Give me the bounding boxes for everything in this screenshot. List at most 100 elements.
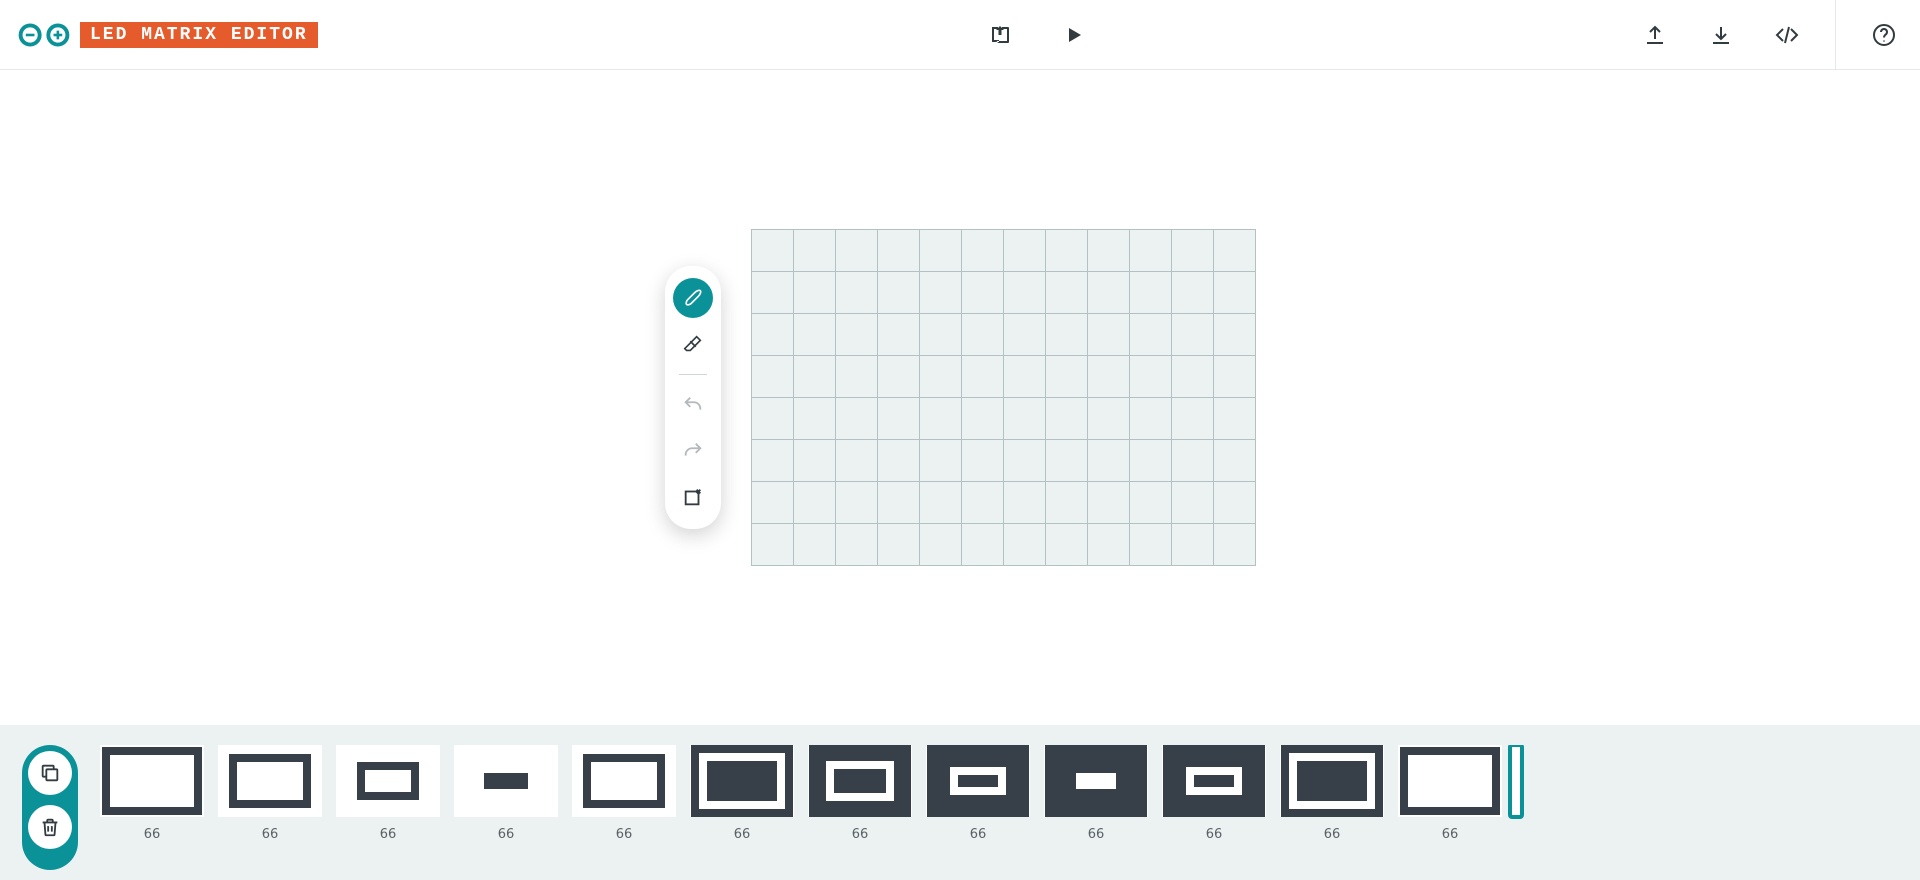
frame-duration-label[interactable]: 66 (498, 827, 515, 842)
frame-duration-label[interactable]: 66 (616, 827, 633, 842)
led-cell[interactable] (920, 272, 962, 314)
led-cell[interactable] (1088, 440, 1130, 482)
led-cell[interactable] (1046, 440, 1088, 482)
led-cell[interactable] (1046, 398, 1088, 440)
led-cell[interactable] (1088, 482, 1130, 524)
led-matrix-grid[interactable] (751, 229, 1256, 566)
frame-item[interactable]: 66 (572, 745, 676, 862)
led-cell[interactable] (1004, 524, 1046, 566)
led-cell[interactable] (962, 230, 1004, 272)
frame-duration-label[interactable]: 66 (970, 827, 987, 842)
led-cell[interactable] (920, 398, 962, 440)
led-cell[interactable] (1088, 398, 1130, 440)
led-cell[interactable] (794, 482, 836, 524)
brush-tool-button[interactable] (673, 278, 713, 318)
led-cell[interactable] (1214, 440, 1256, 482)
led-cell[interactable] (962, 398, 1004, 440)
led-cell[interactable] (1088, 230, 1130, 272)
led-cell[interactable] (794, 230, 836, 272)
led-cell[interactable] (1088, 524, 1130, 566)
led-cell[interactable] (752, 230, 794, 272)
led-cell[interactable] (1214, 524, 1256, 566)
led-cell[interactable] (1130, 314, 1172, 356)
frame-duration-label[interactable]: 66 (734, 827, 751, 842)
led-cell[interactable] (1004, 314, 1046, 356)
frame-thumbnail[interactable] (808, 745, 912, 817)
led-cell[interactable] (920, 314, 962, 356)
frame-thumbnail[interactable] (926, 745, 1030, 817)
play-button[interactable] (1056, 17, 1092, 53)
led-cell[interactable] (878, 398, 920, 440)
led-cell[interactable] (878, 524, 920, 566)
upload-button[interactable] (1637, 17, 1673, 53)
led-cell[interactable] (1172, 356, 1214, 398)
help-button[interactable] (1866, 17, 1902, 53)
led-cell[interactable] (752, 272, 794, 314)
led-cell[interactable] (1088, 356, 1130, 398)
led-cell[interactable] (836, 314, 878, 356)
frames-scroll[interactable]: 666666666666666666666666 (100, 745, 1920, 870)
frame-item[interactable]: 66 (100, 745, 204, 862)
led-cell[interactable] (878, 272, 920, 314)
led-cell[interactable] (920, 230, 962, 272)
led-cell[interactable] (1172, 230, 1214, 272)
led-cell[interactable] (1046, 524, 1088, 566)
led-cell[interactable] (794, 356, 836, 398)
led-cell[interactable] (1130, 356, 1172, 398)
led-cell[interactable] (1130, 272, 1172, 314)
led-cell[interactable] (920, 440, 962, 482)
led-cell[interactable] (1214, 272, 1256, 314)
frame-item[interactable]: 66 (690, 745, 794, 862)
led-cell[interactable] (1046, 482, 1088, 524)
led-cell[interactable] (752, 398, 794, 440)
device-button[interactable] (982, 17, 1018, 53)
led-cell[interactable] (836, 356, 878, 398)
led-cell[interactable] (1130, 398, 1172, 440)
led-cell[interactable] (1214, 230, 1256, 272)
delete-frame-button[interactable] (28, 805, 72, 849)
frame-thumbnail[interactable] (1280, 745, 1384, 817)
led-cell[interactable] (962, 524, 1004, 566)
frame-item[interactable]: 66 (454, 745, 558, 862)
undo-button[interactable] (673, 385, 713, 425)
led-cell[interactable] (920, 356, 962, 398)
frame-thumbnail[interactable] (1162, 745, 1266, 817)
frame-thumbnail[interactable] (218, 745, 322, 817)
led-cell[interactable] (1004, 230, 1046, 272)
led-cell[interactable] (1004, 440, 1046, 482)
led-cell[interactable] (1046, 230, 1088, 272)
led-cell[interactable] (878, 482, 920, 524)
led-cell[interactable] (878, 356, 920, 398)
frame-item[interactable]: 66 (1398, 745, 1502, 862)
led-cell[interactable] (1214, 314, 1256, 356)
led-cell[interactable] (878, 314, 920, 356)
frame-item[interactable]: 66 (926, 745, 1030, 862)
led-cell[interactable] (836, 230, 878, 272)
led-cell[interactable] (1130, 440, 1172, 482)
led-cell[interactable] (1172, 440, 1214, 482)
led-cell[interactable] (794, 440, 836, 482)
frame-thumbnail[interactable] (1398, 745, 1502, 817)
led-cell[interactable] (1172, 272, 1214, 314)
led-cell[interactable] (836, 398, 878, 440)
frame-item[interactable]: 66 (218, 745, 322, 862)
current-frame-marker[interactable] (1516, 745, 1522, 862)
led-cell[interactable] (1172, 398, 1214, 440)
led-cell[interactable] (1046, 314, 1088, 356)
frame-thumbnail[interactable] (1044, 745, 1148, 817)
led-cell[interactable] (962, 272, 1004, 314)
led-cell[interactable] (1172, 524, 1214, 566)
led-cell[interactable] (1088, 272, 1130, 314)
frame-duration-label[interactable]: 66 (144, 827, 161, 842)
led-cell[interactable] (836, 440, 878, 482)
led-cell[interactable] (1088, 314, 1130, 356)
led-cell[interactable] (836, 272, 878, 314)
frame-duration-label[interactable]: 66 (1442, 827, 1459, 842)
led-cell[interactable] (794, 314, 836, 356)
eraser-tool-button[interactable] (673, 324, 713, 364)
led-cell[interactable] (1130, 230, 1172, 272)
led-cell[interactable] (1004, 272, 1046, 314)
led-cell[interactable] (794, 524, 836, 566)
led-cell[interactable] (962, 440, 1004, 482)
led-cell[interactable] (1004, 356, 1046, 398)
